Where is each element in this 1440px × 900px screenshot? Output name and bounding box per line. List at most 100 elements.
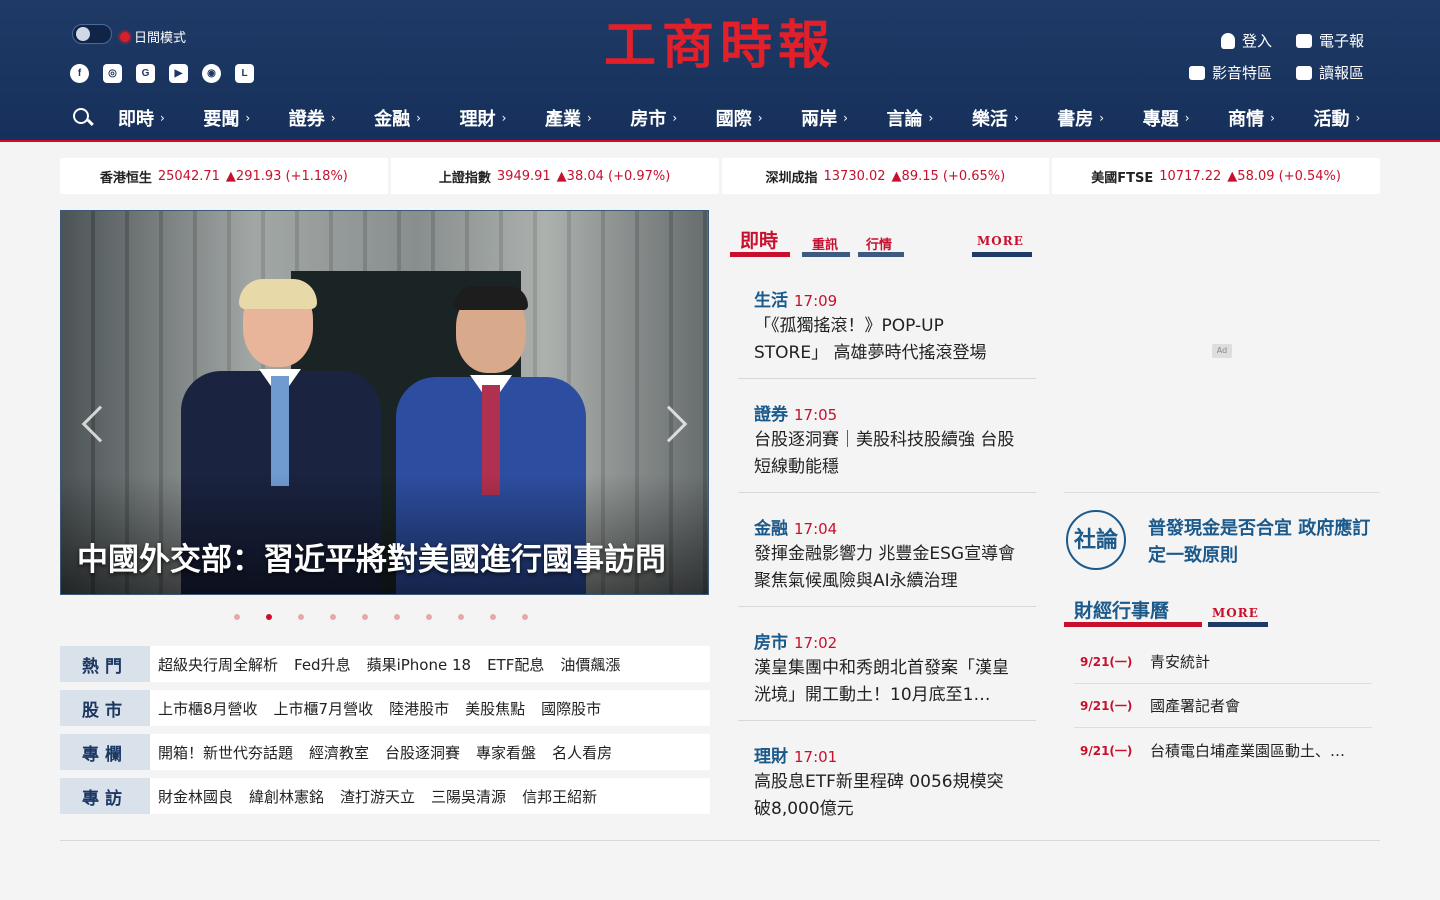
topic-link[interactable]: 國際股市 (541, 698, 601, 719)
news-item[interactable]: 證券 17:05 台股逐洞賽｜美股科技股續強 台股短線動能穩 (738, 388, 1036, 493)
ad-badge[interactable]: Ad (1212, 344, 1232, 358)
tab-market[interactable]: 行情 (866, 234, 892, 253)
topic-link[interactable]: 超級央行周全解析 (158, 654, 278, 675)
epaper-label: 電子報 (1318, 32, 1364, 50)
carousel-dot[interactable] (234, 614, 240, 620)
nav-item[interactable]: 理財 › (460, 105, 545, 131)
calendar-row[interactable]: 9/21(一) 台積電白埔產業園區動土、… (1074, 728, 1372, 772)
topic-link[interactable]: 開箱！新世代夯話題 (158, 742, 293, 763)
nav-item[interactable]: 言論 › (887, 105, 972, 131)
topic-link[interactable]: 名人看房 (552, 742, 612, 763)
topic-link[interactable]: 台股逐洞賽 (385, 742, 460, 763)
nav-item[interactable]: 活動 › (1313, 105, 1398, 131)
topic-link[interactable]: 財金林國良 (158, 786, 233, 807)
realtime-more-link[interactable]: MORE (977, 234, 1024, 248)
youtube-icon[interactable]: ▶ (169, 64, 188, 83)
site-logo[interactable]: 工商時報 (592, 14, 848, 78)
carousel-dot[interactable] (458, 614, 464, 620)
nav-item[interactable]: 金融 › (374, 105, 459, 131)
news-item[interactable]: 金融 17:04 發揮金融影響力 兆豐金ESG宣導會聚焦氣候風險與AI永續治理 (738, 502, 1036, 607)
carousel-dot[interactable] (490, 614, 496, 620)
ticker-item[interactable]: 美國FTSE 10717.22 ▲58.09 (+0.54%) (1052, 158, 1380, 194)
topic-label: 股市 (60, 690, 150, 726)
facebook-icon[interactable]: f (70, 64, 89, 83)
nav-item[interactable]: 樂活 › (972, 105, 1057, 131)
tab-realtime[interactable]: 即時 (740, 226, 778, 253)
carousel-dot[interactable] (298, 614, 304, 620)
hero-carousel[interactable]: 中國外交部：習近平將對美國進行國事訪問 (60, 210, 709, 595)
ticker-item[interactable]: 深圳成指 13730.02 ▲89.15 (+0.65%) (721, 158, 1050, 194)
nav-item[interactable]: 國際 › (716, 105, 801, 131)
news-item[interactable]: 生活 17:09 「《孤獨搖滾！》POP-UP STORE」 高雄夢時代搖滾登場 (738, 274, 1036, 379)
tab-major-news[interactable]: 重訊 (812, 234, 838, 253)
topic-link[interactable]: 油價飆漲 (560, 654, 620, 675)
podcast-icon[interactable]: ◉ (202, 64, 221, 83)
nav-item[interactable]: 專題 › (1143, 105, 1228, 131)
news-title: 發揮金融影響力 兆豐金ESG宣導會聚焦氣候風險與AI永續治理 (754, 544, 1016, 591)
day-mode-label[interactable]: 日間模式 (120, 27, 186, 46)
topic-link[interactable]: 上市櫃7月營收 (274, 698, 374, 719)
topic-link[interactable]: 蘋果iPhone 18 (367, 654, 472, 675)
instagram-icon[interactable]: ◎ (103, 64, 122, 83)
nav-label: 樂活 (971, 109, 1008, 130)
ticker-value: 25042.71 (157, 168, 220, 184)
carousel-dot[interactable] (394, 614, 400, 620)
nav-item[interactable]: 書房 › (1057, 105, 1142, 131)
media-links: 影音特區 讀報區 (1188, 62, 1364, 83)
topic-link[interactable]: 上市櫃8月營收 (158, 698, 258, 719)
carousel-dot[interactable] (362, 614, 368, 620)
topic-link[interactable]: 專家看盤 (476, 742, 536, 763)
ticker-name: 深圳成指 (765, 170, 818, 186)
topic-link[interactable]: 美股焦點 (465, 698, 525, 719)
news-item[interactable]: 理財 17:01 高股息ETF新里程碑 0056規模突破8,000億元 (738, 730, 1036, 830)
nav-label: 證券 (288, 109, 325, 130)
search-icon[interactable] (72, 107, 94, 129)
calendar-underline (1064, 622, 1202, 627)
news-category: 證券 (754, 405, 788, 425)
hero-caption[interactable]: 中國外交部：習近平將對美國進行國事訪問 (77, 540, 692, 580)
nav-item[interactable]: 要聞 › (203, 105, 288, 131)
ticker-item[interactable]: 上證指數 3949.91 ▲38.04 (+0.97%) (390, 158, 719, 194)
reading-link[interactable]: 讀報區 (1295, 62, 1364, 83)
calendar-more-link[interactable]: MORE (1212, 606, 1259, 620)
topic-link[interactable]: 渣打游天立 (340, 786, 415, 807)
nav-item[interactable]: 商情 › (1228, 105, 1313, 131)
nav-label: 專題 (1142, 109, 1179, 130)
chevron-right-icon: › (928, 111, 934, 125)
carousel-dot[interactable] (266, 614, 272, 620)
chevron-right-icon: › (1355, 111, 1361, 125)
chevron-right-icon: › (843, 111, 848, 125)
news-icon[interactable]: G (136, 64, 155, 83)
tab-underline-active (730, 252, 790, 257)
calendar-row[interactable]: 9/21(一) 國產署記者會 (1074, 684, 1372, 728)
topic-link[interactable]: ETF配息 (487, 654, 544, 675)
calendar-row[interactable]: 9/21(一) 青安統計 (1074, 640, 1372, 684)
carousel-dot[interactable] (426, 614, 432, 620)
ticker-item[interactable]: 香港恒生 25042.71 ▲291.93 (+1.18%) (60, 158, 388, 194)
topic-link[interactable]: 緯創林憲銘 (249, 786, 324, 807)
topic-link[interactable]: 信邦王紹新 (522, 786, 597, 807)
topic-link[interactable]: 陸港股市 (389, 698, 449, 719)
login-link[interactable]: 登入 (1220, 30, 1272, 51)
news-category: 生活 (754, 291, 788, 311)
line-icon[interactable]: L (235, 64, 254, 83)
nav-item[interactable]: 房市 › (630, 105, 715, 131)
nav-item[interactable]: 產業 › (545, 105, 630, 131)
topic-link[interactable]: Fed升息 (294, 654, 351, 675)
nav-item[interactable]: 即時 › (118, 105, 203, 131)
carousel-dot[interactable] (330, 614, 336, 620)
topic-link[interactable]: 經濟教室 (309, 742, 369, 763)
nav-item[interactable]: 證券 › (289, 105, 374, 131)
video-link[interactable]: 影音特區 (1188, 62, 1272, 83)
epaper-link[interactable]: 電子報 (1295, 30, 1364, 51)
editorial-title[interactable]: 普發現金是否合宜 政府應訂定一致原則 (1148, 515, 1382, 569)
tab-underline (858, 252, 904, 257)
nav-item[interactable]: 兩岸 › (801, 105, 886, 131)
topic-link[interactable]: 三陽吳清源 (431, 786, 506, 807)
day-mode-toggle[interactable] (72, 24, 112, 44)
carousel-dot[interactable] (522, 614, 528, 620)
tab-underline (802, 252, 850, 257)
ticker-change: ▲291.93 (+1.18%) (225, 168, 348, 184)
ticker-change: ▲38.04 (+0.97%) (556, 168, 671, 184)
news-item[interactable]: 房市 17:02 漢皇集團中和秀朗北首發案「漢皇洸境」開工動土！10月底至1… (738, 616, 1036, 721)
